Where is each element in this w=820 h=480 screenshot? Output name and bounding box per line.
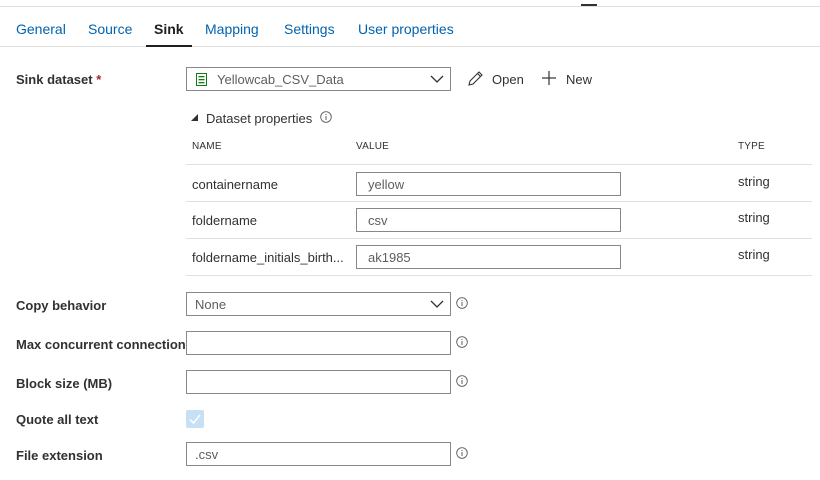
row-value-input[interactable]: yellow [356,172,621,196]
open-button[interactable]: Open [492,72,524,87]
block-size-input[interactable] [186,370,451,394]
required-marker: * [96,72,102,87]
max-concurrent-label: Max concurrent connections [16,337,193,352]
max-concurrent-input[interactable] [186,331,451,355]
info-icon[interactable] [456,375,468,387]
quote-all-text-checkbox[interactable] [186,410,204,428]
collapse-triangle-icon[interactable] [190,113,199,122]
tab-user-properties[interactable]: User properties [358,8,454,46]
top-border [0,0,820,7]
checkmark-icon [189,414,201,425]
row-value-input[interactable]: ak1985 [356,245,621,269]
drag-handle[interactable] [581,4,597,6]
info-icon[interactable] [456,336,468,348]
row-divider [186,275,812,276]
dataset-properties-title: Dataset properties [206,111,313,126]
tab-general[interactable]: General [16,8,66,46]
column-header-name: NAME [192,141,222,152]
file-extension-label: File extension [16,448,103,463]
row-name: foldername_initials_birth... [192,250,344,265]
tab-settings[interactable]: Settings [284,8,335,46]
sink-dataset-select[interactable]: Yellowcab_CSV_Data [186,67,451,91]
chevron-down-icon [430,300,444,308]
info-icon[interactable] [456,447,468,459]
info-icon[interactable] [320,111,332,123]
row-divider [186,164,812,165]
row-divider [186,201,812,202]
block-size-label: Block size (MB) [16,376,113,391]
quote-all-text-label: Quote all text [16,412,99,427]
sink-dataset-value: Yellowcab_CSV_Data [217,72,344,87]
copy-behavior-select[interactable]: None [186,292,451,316]
chevron-down-icon [430,75,444,83]
pencil-icon[interactable] [467,70,484,87]
row-type: string [738,210,770,225]
row-type: string [738,174,770,189]
column-header-type: TYPE [738,141,765,152]
sink-dataset-label: Sink dataset * [16,72,102,87]
info-icon[interactable] [456,297,468,309]
plus-icon[interactable] [541,70,557,86]
tab-mapping[interactable]: Mapping [205,8,259,46]
row-name: containername [192,177,278,192]
tab-source[interactable]: Source [88,8,132,46]
column-header-value: VALUE [356,141,390,152]
csv-file-icon [196,73,207,86]
copy-behavior-label: Copy behavior [16,298,107,313]
file-extension-input[interactable]: .csv [186,442,451,466]
row-name: foldername [192,213,258,228]
tab-sink[interactable]: Sink [146,8,192,47]
row-type: string [738,247,770,262]
row-value-input[interactable]: csv [356,208,621,232]
row-divider [186,238,812,239]
tab-bar: General Source Sink Mapping Settings Use… [0,8,820,47]
new-button[interactable]: New [566,72,592,87]
